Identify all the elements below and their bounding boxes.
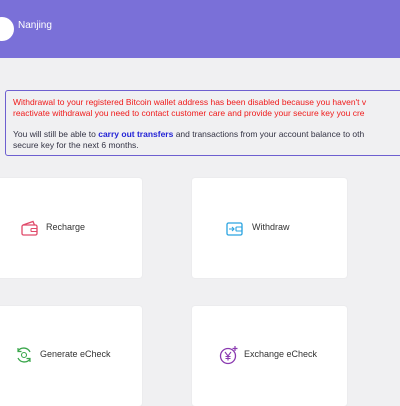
top-bar: Nanjing — [0, 0, 400, 58]
carry-out-transfers-link[interactable]: carry out transfers — [98, 129, 173, 139]
notice-warning-line-1: Withdrawal to your registered Bitcoin wa… — [13, 97, 367, 107]
generate-echeck-label: Generate eCheck — [40, 349, 111, 359]
avatar[interactable] — [0, 17, 14, 41]
refresh-money-icon — [17, 347, 31, 363]
recharge-card[interactable]: Recharge — [0, 178, 142, 278]
withdraw-card[interactable]: Withdraw — [192, 178, 347, 278]
recharge-label: Recharge — [46, 222, 86, 232]
notice-info-prefix: You will still be able to — [13, 129, 99, 139]
withdraw-label: Withdraw — [252, 222, 290, 232]
location-label: Nanjing — [18, 20, 52, 31]
withdrawal-notice: Withdrawal to your registered Bitcoin wa… — [5, 90, 400, 156]
notice-info-suffix: and transactions from your account balan… — [173, 129, 365, 139]
notice-info-line-2: secure key for the next 6 months. — [13, 140, 139, 150]
notice-warning-line-2: reactivate withdrawal you need to contac… — [13, 108, 365, 118]
exchange-echeck-card[interactable]: Exchange eCheck — [192, 306, 347, 406]
generate-echeck-card[interactable]: Generate eCheck — [0, 306, 142, 406]
withdraw-wallet-icon — [226, 222, 243, 236]
exchange-echeck-label: Exchange eCheck — [244, 349, 318, 359]
yen-exchange-icon — [219, 346, 238, 365]
notice-info-text: You will still be able to carry out tran… — [13, 129, 400, 151]
notice-warning-text: Withdrawal to your registered Bitcoin wa… — [13, 97, 400, 119]
notice-info-line-1: You will still be able to carry out tran… — [13, 129, 400, 140]
wallet-icon — [21, 220, 38, 236]
